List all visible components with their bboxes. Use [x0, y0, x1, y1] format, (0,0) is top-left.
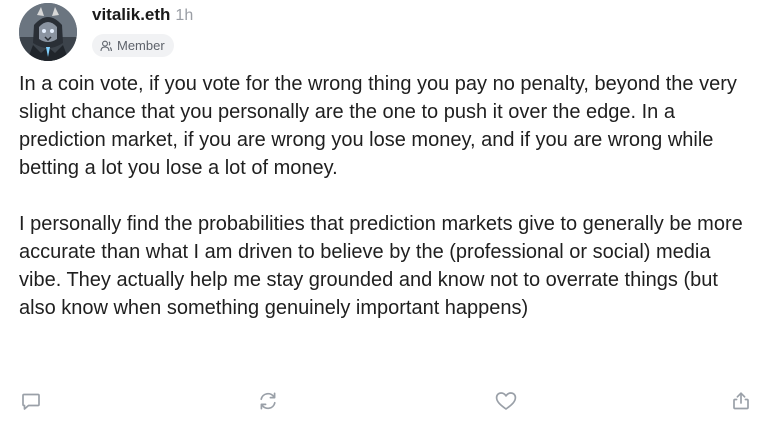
share-button[interactable] — [728, 388, 754, 414]
heart-icon — [494, 390, 518, 412]
comment-icon — [20, 390, 42, 412]
repost-icon — [257, 390, 279, 412]
post-paragraph: In a coin vote, if you vote for the wron… — [19, 73, 737, 179]
post-paragraph: I personally find the probabilities that… — [19, 213, 743, 319]
author-name[interactable]: vitalik.eth — [92, 5, 170, 25]
post-timestamp[interactable]: 1h — [175, 7, 193, 25]
like-button[interactable] — [493, 388, 519, 414]
post-body: In a coin vote, if you vote for the wron… — [19, 70, 749, 350]
user-icon — [100, 40, 112, 52]
action-bar — [0, 388, 760, 414]
cast-card: vitalik.eth 1h Member In a coin vote, if… — [0, 0, 760, 421]
share-icon — [730, 390, 752, 412]
reply-button[interactable] — [18, 388, 44, 414]
member-badge: Member — [92, 34, 174, 57]
avatar[interactable] — [19, 3, 77, 61]
badge-label: Member — [117, 38, 165, 53]
avatar-image — [19, 3, 77, 61]
recast-button[interactable] — [255, 388, 281, 414]
author-line: vitalik.eth 1h — [92, 5, 193, 29]
